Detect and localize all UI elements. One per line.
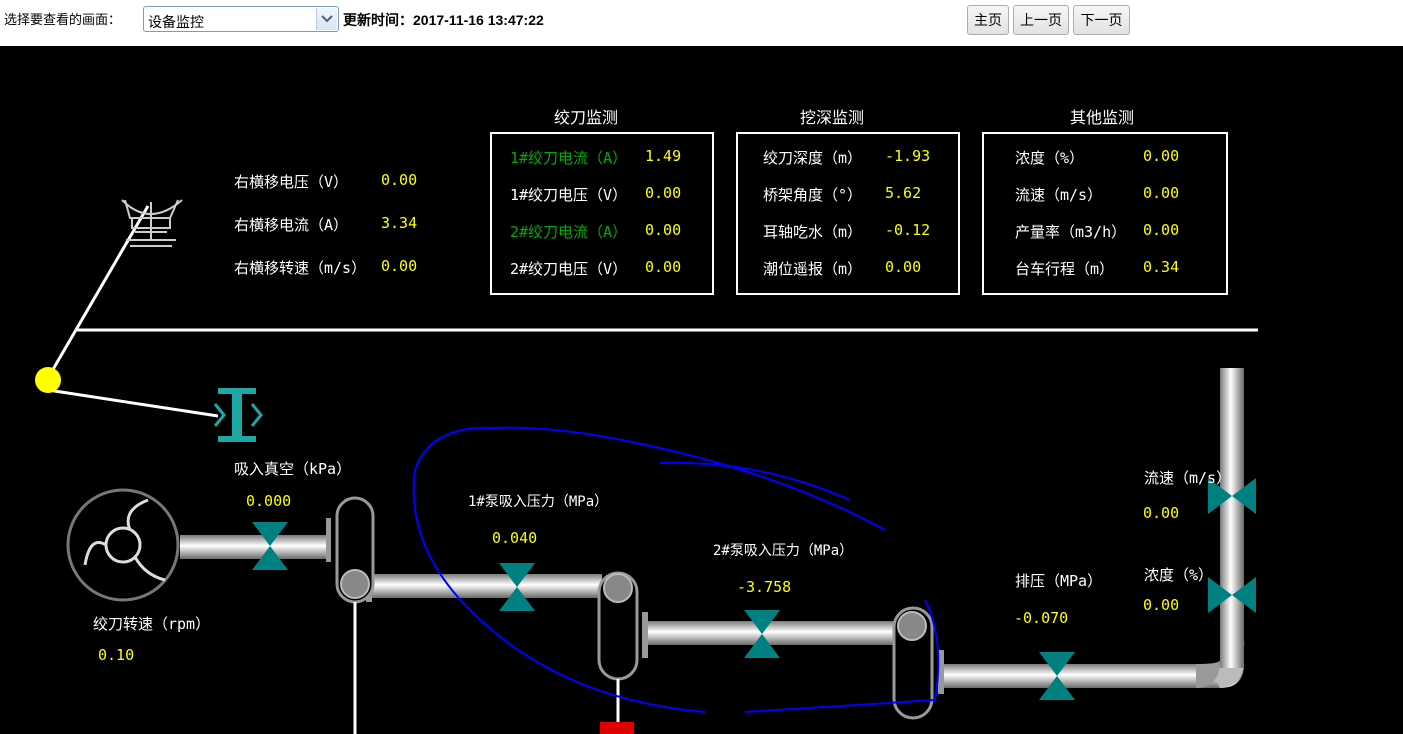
cutter-head-icon [66, 488, 180, 602]
traverse-label: 右横移电流（A） [234, 216, 349, 234]
cutter-row-label: 2#绞刀电流（A） [510, 223, 628, 241]
other-panel: 浓度（%） 0.00 流速（m/s） 0.00 产量率（m3/h） 0.00 台… [982, 132, 1228, 295]
other-panel-title: 其他监测 [1070, 108, 1135, 127]
cutter-row-label: 1#绞刀电流（A） [510, 149, 628, 167]
traverse-value: 0.00 [381, 257, 418, 275]
pipe-segment-1 [372, 574, 602, 598]
cutter-row-label: 2#绞刀电压（V） [510, 260, 628, 278]
other-row-label: 浓度（%） [1015, 149, 1085, 167]
toolbar: 选择要查看的画面： 设备监控 更新时间：2017-11-16 13:47:22 … [0, 0, 1403, 46]
discharge-pipe [944, 664, 1220, 688]
traverse-value: 3.34 [381, 214, 418, 232]
traverse-label: 右横移电压（V） [234, 173, 349, 191]
pump-2-icon [597, 571, 639, 734]
pump2-pressure-value: -3.758 [737, 578, 792, 596]
cable-line [47, 388, 219, 418]
cutter-row-value: 0.00 [645, 184, 682, 202]
arm-line [46, 205, 150, 379]
cutter-panel-title: 绞刀监测 [554, 108, 619, 127]
vacuum-value: 0.000 [246, 492, 292, 510]
density-label: 浓度（%） [1144, 566, 1214, 584]
chevron-down-icon[interactable] [316, 8, 337, 30]
other-row-value: 0.00 [1143, 221, 1180, 239]
riser-pipe [1220, 368, 1244, 668]
other-row-value: 0.00 [1143, 184, 1180, 202]
pump2-pressure-label: 2#泵吸入压力（MPa） [713, 543, 854, 559]
pump1-pressure-label: 1#泵吸入压力（MPa） [468, 494, 609, 510]
depth-row-label: 潮位遥报（m） [763, 260, 863, 278]
home-button[interactable]: 主页 [967, 5, 1009, 35]
cutter-row-value: 0.00 [645, 258, 682, 276]
cutter-row-label: 1#绞刀电压（V） [510, 186, 628, 204]
depth-row-label: 耳轴吃水（m） [763, 223, 863, 241]
other-row-value: 0.34 [1143, 258, 1180, 276]
anchor-icon [213, 388, 263, 442]
flow-label: 流速（m/s） [1144, 469, 1232, 487]
select-label: 选择要查看的画面： [4, 12, 122, 27]
depth-row-value: 5.62 [885, 184, 922, 202]
vacuum-label: 吸入真空（kPa） [234, 460, 352, 478]
density-value: 0.00 [1143, 596, 1180, 614]
discharge-pressure-label: 排压（MPa） [1015, 572, 1103, 590]
other-row-label: 流速（m/s） [1015, 186, 1103, 204]
cutter-panel: 1#绞刀电流（A） 1.49 1#绞刀电压（V） 0.00 2#绞刀电流（A） … [490, 132, 714, 295]
other-row-label: 产量率（m3/h） [1015, 223, 1127, 241]
cutter-row-value: 0.00 [645, 221, 682, 239]
traverse-label: 右横移转速（m/s） [234, 259, 367, 277]
depth-row-label: 桥架角度（°） [763, 186, 863, 204]
depth-panel-title: 挖深监测 [800, 108, 865, 127]
depth-row-label: 绞刀深度（m） [763, 149, 863, 167]
pivot-icon [35, 367, 61, 393]
pump-1-icon [335, 496, 375, 734]
process-canvas: 绞刀监测 挖深监测 其他监测 1#绞刀电流（A） 1.49 1#绞刀电压（V） … [0, 46, 1403, 734]
cutter-speed-label: 绞刀转速（rpm） [93, 615, 211, 633]
other-row-value: 0.00 [1143, 147, 1180, 165]
view-select[interactable]: 设备监控 [143, 6, 339, 32]
suction-pipe [180, 535, 326, 559]
other-row-label: 台车行程（m） [1015, 260, 1115, 278]
pipe-segment-2 [648, 621, 898, 645]
depth-panel: 绞刀深度（m） -1.93 桥架角度（°） 5.62 耳轴吃水（m） -0.12… [736, 132, 960, 295]
depth-row-value: -0.12 [885, 221, 931, 239]
depth-row-value: -1.93 [885, 147, 931, 165]
traverse-value: 0.00 [381, 171, 418, 189]
discharge-pressure-value: -0.070 [1014, 609, 1069, 627]
pump1-pressure-value: 0.040 [492, 529, 538, 547]
view-select-value: 设备监控 [148, 14, 204, 30]
flow-value: 0.00 [1143, 504, 1180, 522]
depth-row-value: 0.00 [885, 258, 922, 276]
annotation-loop [412, 426, 940, 713]
next-page-button[interactable]: 下一页 [1073, 5, 1130, 35]
cutter-speed-value: 0.10 [98, 646, 135, 664]
cutter-row-value: 1.49 [645, 147, 682, 165]
winch-icon [121, 199, 183, 247]
prev-page-button[interactable]: 上一页 [1013, 5, 1069, 35]
update-time: 更新时间：2017-11-16 13:47:22 [343, 12, 544, 28]
